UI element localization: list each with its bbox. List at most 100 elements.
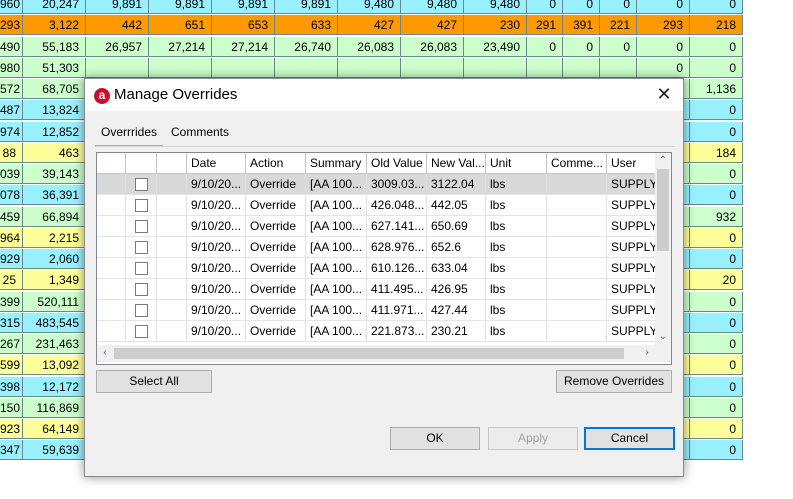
scroll-right-icon[interactable]: ›: [639, 345, 655, 361]
column-header[interactable]: [157, 153, 187, 174]
sheet-cell[interactable]: 2,215: [23, 227, 86, 248]
sheet-cell[interactable]: 427: [338, 15, 401, 36]
table-row[interactable]: 9/10/20... Override [AA 100... 426.048... 44…: [97, 195, 671, 216]
sheet-cell[interactable]: [212, 57, 275, 78]
sheet-cell[interactable]: 0: [690, 57, 743, 78]
row-checkbox[interactable]: [135, 262, 148, 275]
sheet-cell[interactable]: 960: [0, 0, 23, 14]
sheet-cell[interactable]: 184: [690, 142, 743, 163]
sheet-cell[interactable]: 66,894: [23, 206, 86, 227]
select-all-button[interactable]: Select All: [96, 370, 212, 393]
tab-comments[interactable]: Comments: [165, 121, 235, 145]
checkbox-cell[interactable]: [126, 237, 157, 258]
column-header[interactable]: Unit: [486, 153, 547, 174]
sheet-cell[interactable]: 36,391: [23, 185, 86, 206]
sheet-cell[interactable]: 974: [0, 121, 23, 142]
sheet-cell[interactable]: 12,172: [23, 376, 86, 397]
sheet-cell[interactable]: 39,143: [23, 164, 86, 184]
sheet-cell[interactable]: 230: [464, 15, 527, 36]
column-header[interactable]: Action: [246, 153, 306, 174]
sheet-cell[interactable]: 0: [600, 36, 637, 57]
sheet-cell[interactable]: [86, 57, 149, 78]
sheet-cell[interactable]: 490: [0, 36, 23, 57]
sheet-cell[interactable]: 0: [563, 36, 600, 57]
checkbox-cell[interactable]: [126, 279, 157, 300]
sheet-cell[interactable]: 3,122: [23, 15, 86, 36]
sheet-cell[interactable]: 0: [690, 185, 743, 206]
sheet-cell[interactable]: 520,111: [23, 291, 86, 312]
remove-overrides-button[interactable]: Remove Overrides: [556, 370, 672, 393]
sheet-cell[interactable]: [401, 57, 464, 78]
sheet-cell[interactable]: [600, 57, 637, 78]
close-icon[interactable]: ✕: [645, 79, 683, 111]
sheet-cell[interactable]: 150: [0, 397, 23, 418]
row-checkbox[interactable]: [135, 304, 148, 317]
column-header[interactable]: Old Value: [367, 153, 427, 174]
sheet-cell[interactable]: 9,891: [212, 0, 275, 14]
table-row[interactable]: 9/10/20... Override [AA 100... 221.873... 23…: [97, 321, 671, 342]
sheet-cell[interactable]: 572: [0, 79, 23, 99]
sheet-cell[interactable]: 980: [0, 57, 23, 78]
sheet-cell[interactable]: 26,740: [275, 36, 338, 57]
sheet-cell[interactable]: 651: [149, 15, 212, 36]
sheet-cell[interactable]: 459: [0, 206, 23, 227]
sheet-cell[interactable]: 0: [690, 227, 743, 248]
sheet-cell[interactable]: 68,705: [23, 79, 86, 99]
column-header[interactable]: New Val...: [427, 153, 486, 174]
sheet-cell[interactable]: 653: [212, 15, 275, 36]
sheet-cell[interactable]: 13,824: [23, 100, 86, 121]
row-checkbox[interactable]: [135, 283, 148, 296]
column-header[interactable]: [126, 153, 157, 174]
sheet-cell[interactable]: 9,891: [275, 0, 338, 14]
sheet-cell[interactable]: 9,891: [149, 0, 212, 14]
sheet-cell[interactable]: 20: [690, 270, 743, 291]
table-row[interactable]: 9/10/20... Override [AA 100... 628.976... 65…: [97, 237, 671, 258]
row-checkbox[interactable]: [135, 220, 148, 233]
sheet-cell[interactable]: 0: [690, 376, 743, 397]
table-row[interactable]: 9/10/20... Override [AA 100... 411.971... 42…: [97, 300, 671, 321]
sheet-cell[interactable]: 347: [0, 440, 23, 461]
scroll-down-icon[interactable]: ⌄: [655, 329, 671, 345]
column-header[interactable]: [97, 153, 126, 174]
horizontal-scroll-thumb[interactable]: [114, 348, 624, 359]
sheet-cell[interactable]: 0: [690, 100, 743, 121]
sheet-cell[interactable]: 039: [0, 164, 23, 184]
sheet-cell[interactable]: 633: [275, 15, 338, 36]
checkbox-cell[interactable]: [126, 321, 157, 342]
sheet-cell[interactable]: 0: [637, 57, 690, 78]
sheet-cell[interactable]: 116,869: [23, 397, 86, 418]
sheet-cell[interactable]: 23,490: [464, 36, 527, 57]
sheet-cell[interactable]: 923: [0, 419, 23, 439]
sheet-cell[interactable]: 9,480: [338, 0, 401, 14]
sheet-cell[interactable]: 2,060: [23, 249, 86, 269]
sheet-cell[interactable]: 55,183: [23, 36, 86, 57]
row-checkbox[interactable]: [135, 199, 148, 212]
table-row[interactable]: 9/10/20... Override [AA 100... 411.495... 42…: [97, 279, 671, 300]
sheet-cell[interactable]: 0: [690, 249, 743, 269]
sheet-cell[interactable]: 463: [23, 142, 86, 163]
sheet-cell[interactable]: 1,136: [690, 79, 743, 99]
sheet-cell[interactable]: 0: [690, 164, 743, 184]
sheet-cell[interactable]: 26,083: [401, 36, 464, 57]
sheet-cell[interactable]: 12,852: [23, 121, 86, 142]
sheet-cell[interactable]: 291: [527, 15, 563, 36]
row-checkbox[interactable]: [135, 178, 148, 191]
sheet-cell[interactable]: 0: [690, 0, 743, 14]
row-checkbox[interactable]: [135, 325, 148, 338]
sheet-cell[interactable]: 0: [690, 312, 743, 333]
sheet-cell[interactable]: 078: [0, 185, 23, 206]
sheet-cell[interactable]: 59,639: [23, 440, 86, 461]
sheet-cell[interactable]: 0: [527, 36, 563, 57]
column-header[interactable]: Summary: [306, 153, 367, 174]
sheet-cell[interactable]: 0: [690, 334, 743, 354]
sheet-cell[interactable]: 0: [563, 0, 600, 14]
sheet-cell[interactable]: 398: [0, 376, 23, 397]
sheet-cell[interactable]: 0: [690, 419, 743, 439]
vertical-scrollbar[interactable]: ⌃ ⌄: [655, 153, 671, 345]
table-row[interactable]: 9/10/20... Override [AA 100... 627.141... 65…: [97, 216, 671, 237]
sheet-cell[interactable]: 929: [0, 249, 23, 269]
sheet-cell[interactable]: 27,214: [212, 36, 275, 57]
sheet-cell[interactable]: 13,092: [23, 355, 86, 376]
sheet-cell[interactable]: 25: [0, 270, 23, 291]
sheet-cell[interactable]: 399: [0, 291, 23, 312]
